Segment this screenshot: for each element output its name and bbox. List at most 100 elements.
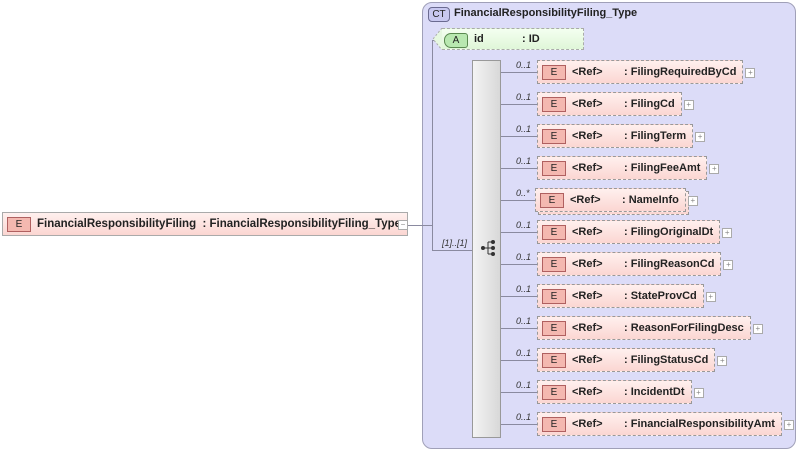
element-ref: <Ref> — [572, 130, 603, 142]
element-badge: E — [542, 256, 566, 272]
expand-icon[interactable]: + — [705, 292, 716, 302]
connector — [501, 168, 537, 169]
element-type: : FilingCd — [624, 98, 675, 110]
element-ref: <Ref> — [572, 354, 603, 366]
element-stateprovcd[interactable]: E <Ref> : StateProvCd — [537, 284, 704, 308]
root-element[interactable]: E FinancialResponsibilityFiling : Financ… — [2, 212, 409, 236]
element-reasonforfilingdesc[interactable]: E <Ref> : ReasonForFilingDesc — [537, 316, 751, 340]
element-badge: E — [7, 216, 31, 232]
connector — [501, 136, 537, 137]
expand-icon[interactable]: + — [687, 196, 698, 206]
sequence-multiplicity: [1]..[1] — [442, 238, 468, 248]
element-badge: E — [542, 288, 566, 304]
element-ref: <Ref> — [572, 66, 603, 78]
element-filingfeeamt[interactable]: E <Ref> : FilingFeeAmt — [537, 156, 708, 180]
connector — [501, 424, 537, 425]
element-ref: <Ref> — [570, 194, 601, 206]
element-type: : FinancialResponsibilityAmt — [624, 418, 775, 430]
element-type: : IncidentDt — [624, 386, 685, 398]
element-badge: E — [540, 192, 564, 208]
connector — [432, 40, 433, 250]
expand-icon[interactable]: + — [693, 388, 704, 398]
element-badge: E — [542, 352, 566, 368]
root-element-type: : FinancialResponsibilityFiling_Type — [202, 218, 402, 230]
sequence-icon — [481, 240, 495, 256]
complex-type-badge: CT — [428, 7, 450, 22]
connector — [501, 104, 537, 105]
element-incidentdt[interactable]: E <Ref> : IncidentDt — [537, 380, 692, 404]
attribute-badge: A — [444, 33, 468, 48]
connector — [501, 296, 537, 297]
expand-icon[interactable]: + — [717, 356, 728, 366]
element-ref: <Ref> — [572, 98, 603, 110]
element-badge: E — [542, 416, 566, 432]
element-ref: <Ref> — [572, 226, 603, 238]
connector — [501, 392, 537, 393]
element-ref: <Ref> — [572, 290, 603, 302]
element-type: : NameInfo — [622, 194, 679, 206]
connector — [422, 225, 433, 226]
connector — [501, 72, 537, 73]
element-filingreasoncd[interactable]: E <Ref> : FilingReasonCd — [537, 252, 722, 276]
element-type: : FilingStatusCd — [624, 354, 709, 366]
element-multiplicity: 0..1 — [516, 380, 532, 390]
element-badge: E — [542, 320, 566, 336]
collapse-icon[interactable]: − — [398, 220, 408, 230]
connector — [501, 200, 537, 201]
element-multiplicity: 0..1 — [516, 156, 532, 166]
expand-icon[interactable]: + — [745, 68, 756, 78]
element-multiplicity: 0..1 — [516, 124, 532, 134]
element-multiplicity: 0..1 — [516, 412, 532, 422]
connector — [501, 328, 537, 329]
element-filingcd[interactable]: E <Ref> : FilingCd — [537, 92, 682, 116]
element-ref: <Ref> — [572, 258, 603, 270]
connector — [501, 360, 537, 361]
element-financialresponsibilityamt[interactable]: E <Ref> : FinancialResponsibilityAmt — [537, 412, 782, 436]
element-nameinfo[interactable]: E <Ref> : NameInfo — [535, 188, 686, 212]
expand-icon[interactable]: + — [695, 132, 706, 142]
expand-icon[interactable]: + — [722, 228, 733, 238]
element-filingoriginaldt[interactable]: E <Ref> : FilingOriginalDt — [537, 220, 721, 244]
element-multiplicity: 0..1 — [516, 316, 532, 326]
element-type: : FilingFeeAmt — [624, 162, 701, 174]
element-ref: <Ref> — [572, 418, 603, 430]
expand-icon[interactable]: + — [683, 100, 694, 110]
element-ref: <Ref> — [572, 162, 603, 174]
root-element-name: FinancialResponsibilityFiling — [37, 218, 197, 230]
element-multiplicity: 0..1 — [516, 348, 532, 358]
attribute-name: id — [474, 33, 484, 45]
element-filingterm[interactable]: E <Ref> : FilingTerm — [537, 124, 694, 148]
element-multiplicity: 0..1 — [516, 92, 532, 102]
connector — [432, 250, 472, 251]
element-filingrequiredbycd[interactable]: E <Ref> : FilingRequiredByCd — [537, 60, 744, 84]
element-multiplicity: 0..1 — [516, 220, 532, 230]
element-type: : ReasonForFilingDesc — [624, 322, 744, 334]
expand-icon[interactable]: + — [723, 260, 734, 270]
element-type: : StateProvCd — [624, 290, 697, 302]
element-type: : FilingReasonCd — [624, 258, 715, 270]
connector — [501, 232, 537, 233]
element-multiplicity: 0..* — [516, 188, 530, 198]
element-type: : FilingOriginalDt — [624, 226, 714, 238]
element-type: : FilingTerm — [624, 130, 687, 142]
connector — [408, 225, 423, 226]
element-multiplicity: 0..1 — [516, 284, 532, 294]
element-ref: <Ref> — [572, 386, 603, 398]
expand-icon[interactable]: + — [752, 324, 763, 334]
element-ref: <Ref> — [572, 322, 603, 334]
element-badge: E — [542, 128, 566, 144]
element-type: : FilingRequiredByCd — [624, 66, 737, 78]
element-filingstatuscd[interactable]: E <Ref> : FilingStatusCd — [537, 348, 716, 372]
element-multiplicity: 0..1 — [516, 60, 532, 70]
element-badge: E — [542, 64, 566, 80]
complex-type-name: FinancialResponsibilityFiling_Type — [454, 7, 638, 19]
connector — [501, 264, 537, 265]
element-badge: E — [542, 224, 566, 240]
attribute-type: : ID — [522, 33, 540, 45]
element-badge: E — [542, 384, 566, 400]
element-badge: E — [542, 160, 566, 176]
element-multiplicity: 0..1 — [516, 252, 532, 262]
element-badge: E — [542, 96, 566, 112]
expand-icon[interactable]: + — [709, 164, 720, 174]
expand-icon[interactable]: + — [783, 420, 794, 430]
